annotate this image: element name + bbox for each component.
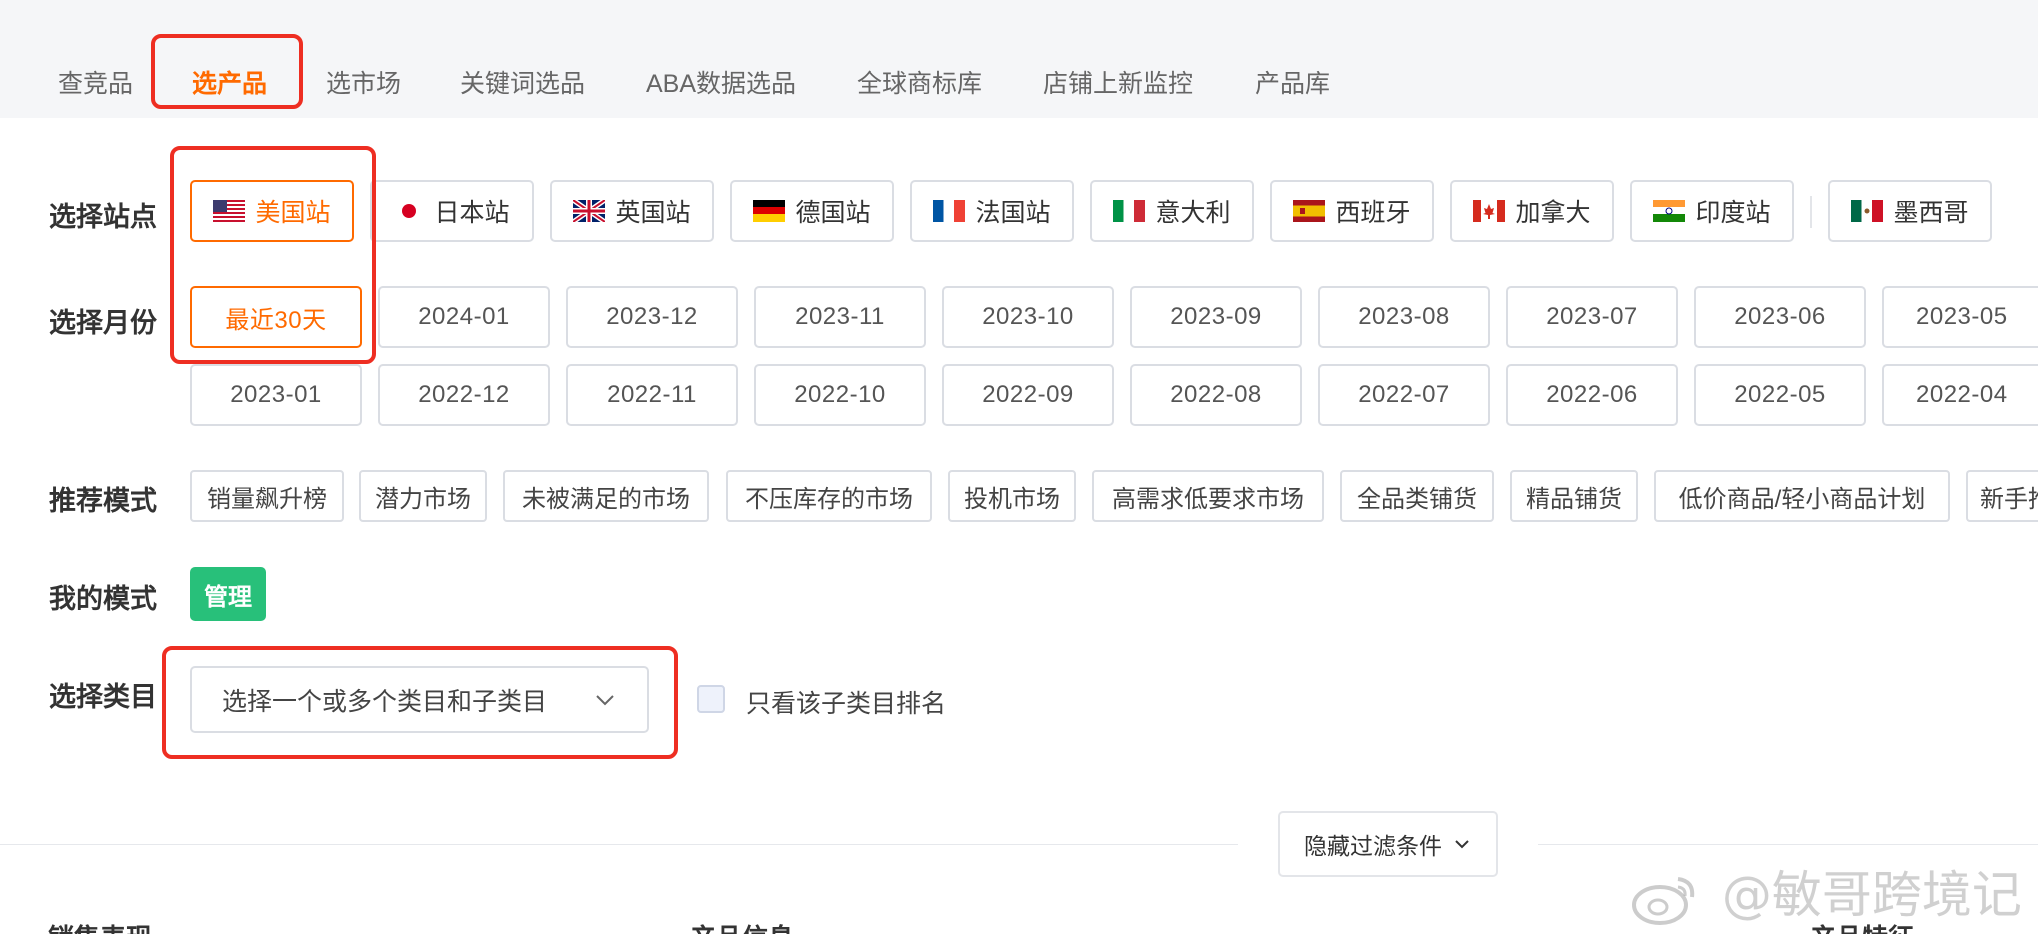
month-chip[interactable]: 2023-08 <box>1318 286 1490 348</box>
bottom-header-sales: 销售表现 <box>48 918 152 934</box>
month-chip[interactable]: 2023-07 <box>1506 286 1678 348</box>
site-in[interactable]: 印度站 <box>1630 180 1794 242</box>
jp-flag-icon <box>402 204 417 218</box>
site-uk-label: 英国站 <box>615 199 691 227</box>
month-chip[interactable]: 2022-06 <box>1506 364 1678 426</box>
month-chip[interactable]: 2023-06 <box>1694 286 1866 348</box>
es-flag-icon <box>1293 200 1326 222</box>
month-last-30-days[interactable]: 最近30天 <box>190 286 362 348</box>
tab-product-library[interactable]: 产品库 <box>1255 64 1330 100</box>
site-mx-label: 墨西哥 <box>1893 199 1969 227</box>
site-us[interactable]: 美国站 <box>190 180 354 242</box>
month-chip[interactable]: 2023-10 <box>942 286 1114 348</box>
my-mode-row-label: 我的模式 <box>49 584 157 614</box>
month-chip[interactable]: 2022-04 <box>1882 364 2038 426</box>
hide-filters-button[interactable]: 隐藏过滤条件 <box>1278 811 1498 877</box>
mode-boutique[interactable]: 精品铺货 <box>1510 470 1638 522</box>
month-chip[interactable]: 2023-05 <box>1882 286 2038 348</box>
site-it-label: 意大利 <box>1155 199 1231 227</box>
month-chip[interactable]: 2023-09 <box>1130 286 1302 348</box>
month-chip[interactable]: 2022-10 <box>754 364 926 426</box>
month-chip[interactable]: 2023-01 <box>190 364 362 426</box>
tab-select-market[interactable]: 选市场 <box>326 64 401 100</box>
weibo-logo-icon <box>1632 876 1695 925</box>
uk-flag-icon <box>573 200 606 222</box>
category-row-label: 选择类目 <box>49 682 157 712</box>
divider-left <box>0 844 1238 845</box>
month-chip[interactable]: 2022-11 <box>566 364 738 426</box>
mode-unmet-market[interactable]: 未被满足的市场 <box>503 470 709 522</box>
site-ca[interactable]: 加拿大 <box>1450 180 1614 242</box>
ca-flag-icon <box>1473 200 1506 222</box>
tab-check-competitor[interactable]: 查竞品 <box>58 64 133 100</box>
site-es[interactable]: 西班牙 <box>1270 180 1434 242</box>
hide-filters-label: 隐藏过滤条件 <box>1304 833 1442 859</box>
tab-store-monitor[interactable]: 店铺上新监控 <box>1043 64 1193 100</box>
watermark-text: @敏哥跨境记 <box>1721 866 2022 924</box>
site-de-label: 德国站 <box>795 199 871 227</box>
site-jp-label: 日本站 <box>434 199 510 227</box>
site-row-label: 选择站点 <box>49 202 157 232</box>
mode-sales-surge[interactable]: 销量飙升榜 <box>190 470 344 522</box>
month-row-label: 选择月份 <box>49 308 157 338</box>
divider-right <box>1538 844 2038 845</box>
tab-select-product[interactable]: 选产品 <box>192 64 267 100</box>
tab-aba-selection[interactable]: ABA数据选品 <box>646 64 796 100</box>
tab-global-trademark[interactable]: 全球商标库 <box>857 64 982 100</box>
chevron-down-icon <box>1455 840 1469 849</box>
mode-newbie[interactable]: 新手推 <box>1966 470 2038 522</box>
category-placeholder: 选择一个或多个类目和子类目 <box>222 687 548 716</box>
month-chip[interactable]: 2022-09 <box>942 364 1114 426</box>
top-tab-bar: 查竞品 选产品 选市场 关键词选品 ABA数据选品 全球商标库 店铺上新监控 产… <box>0 0 2038 118</box>
mode-no-stock-market[interactable]: 不压库存的市场 <box>726 470 932 522</box>
site-fr-label: 法国站 <box>975 199 1051 227</box>
month-chip[interactable]: 2022-12 <box>378 364 550 426</box>
only-subcategory-label: 只看该子类目排名 <box>746 690 947 718</box>
site-uk[interactable]: 英国站 <box>550 180 714 242</box>
mode-speculative-market[interactable]: 投机市场 <box>948 470 1076 522</box>
month-chip[interactable]: 2023-11 <box>754 286 926 348</box>
de-flag-icon <box>753 200 786 222</box>
site-us-label: 美国站 <box>255 199 331 227</box>
site-jp[interactable]: 日本站 <box>370 180 534 242</box>
tab-keyword-selection[interactable]: 关键词选品 <box>460 64 585 100</box>
site-it[interactable]: 意大利 <box>1090 180 1254 242</box>
chevron-down-icon <box>596 695 614 706</box>
watermark: @敏哥跨境记 <box>1630 855 2022 927</box>
site-ca-label: 加拿大 <box>1515 199 1591 227</box>
month-chip[interactable]: 2022-05 <box>1694 364 1866 426</box>
mode-low-price-light-small[interactable]: 低价商品/轻小商品计划 <box>1654 470 1950 522</box>
in-flag-icon <box>1653 200 1686 222</box>
mx-flag-icon <box>1851 200 1884 222</box>
site-de[interactable]: 德国站 <box>730 180 894 242</box>
category-select[interactable]: 选择一个或多个类目和子类目 <box>190 666 649 733</box>
bottom-header-product-info: 产品信息 <box>690 918 794 934</box>
manage-button[interactable]: 管理 <box>190 567 266 621</box>
mode-potential-market[interactable]: 潜力市场 <box>359 470 487 522</box>
mode-high-demand-low-req[interactable]: 高需求低要求市场 <box>1092 470 1324 522</box>
site-in-label: 印度站 <box>1695 199 1771 227</box>
month-chip[interactable]: 2024-01 <box>378 286 550 348</box>
month-chip[interactable]: 2022-08 <box>1130 364 1302 426</box>
us-flag-icon <box>213 200 246 222</box>
mode-full-category[interactable]: 全品类铺货 <box>1340 470 1494 522</box>
it-flag-icon <box>1113 200 1146 222</box>
site-fr[interactable]: 法国站 <box>910 180 1074 242</box>
site-separator <box>1810 196 1812 228</box>
month-chip[interactable]: 2023-12 <box>566 286 738 348</box>
fr-flag-icon <box>933 200 966 222</box>
site-es-label: 西班牙 <box>1335 199 1411 227</box>
only-subcategory-checkbox[interactable] <box>697 685 725 713</box>
site-mx[interactable]: 墨西哥 <box>1828 180 1992 242</box>
month-chip[interactable]: 2022-07 <box>1318 364 1490 426</box>
recommend-row-label: 推荐模式 <box>49 486 157 516</box>
